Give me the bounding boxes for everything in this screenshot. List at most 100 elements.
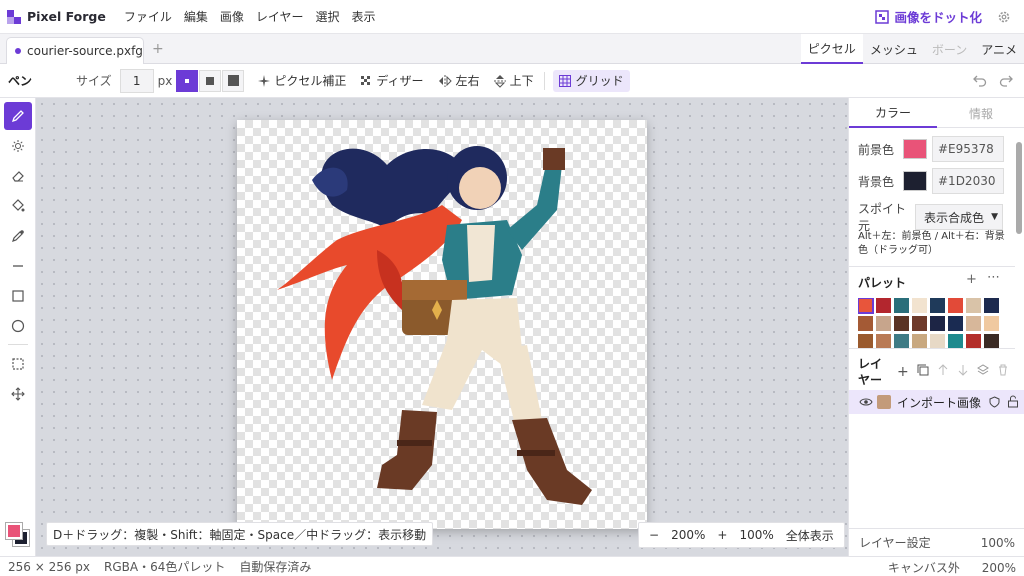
tab-anime[interactable]: アニメ <box>974 34 1024 64</box>
zoom-100-button[interactable]: 100% <box>739 528 773 542</box>
zoom-out-button[interactable]: − <box>649 528 659 542</box>
tab-info[interactable]: 情報 <box>937 98 1024 128</box>
palette-swatch[interactable] <box>984 298 999 313</box>
palette-swatch[interactable] <box>966 316 981 331</box>
panel-scrollbar[interactable] <box>1015 130 1023 345</box>
pixel-correct-toggle[interactable]: ピクセル補正 <box>258 72 346 89</box>
bg-color-chip[interactable] <box>903 171 927 191</box>
merge-layers-icon[interactable] <box>976 364 989 376</box>
dither-toggle[interactable]: ディザー <box>360 72 424 89</box>
foreground-color-swatch[interactable] <box>6 523 22 539</box>
layer-settings-bar[interactable]: レイヤー設定 100% <box>849 528 1024 556</box>
zoom-controls: − 200% + 100% 全体表示 <box>638 522 845 548</box>
visibility-eye-icon[interactable] <box>859 397 873 407</box>
artboard[interactable] <box>237 120 647 529</box>
fg-hex-input[interactable]: #E95378 <box>932 136 1004 162</box>
layer-row[interactable]: インポート画像 <box>849 390 1024 414</box>
sparkle-icon <box>258 74 271 87</box>
duplicate-layer-icon[interactable] <box>917 364 929 376</box>
document-tab[interactable]: courier-source.pxfg <box>6 37 144 64</box>
palette-swatch[interactable] <box>894 334 909 349</box>
fg-label: 前景色 <box>858 142 895 157</box>
add-layer-icon[interactable]: + <box>897 364 909 380</box>
brightness-tool-icon[interactable] <box>4 132 32 160</box>
palette-swatch[interactable] <box>984 316 999 331</box>
palette-swatch[interactable] <box>858 334 873 349</box>
palette-swatch[interactable] <box>930 334 945 349</box>
zoom-fit-button[interactable]: 全体表示 <box>786 527 834 544</box>
flip-horizontal-button[interactable]: 左右 <box>438 72 480 89</box>
palette-swatch[interactable] <box>876 334 891 349</box>
eraser-tool-icon[interactable] <box>4 162 32 190</box>
line-tool-icon[interactable] <box>4 252 32 280</box>
redo-icon[interactable] <box>999 73 1013 90</box>
eyedrop-source-select[interactable]: 表示合成色 ▼ <box>915 204 1003 230</box>
palette-swatch[interactable] <box>930 316 945 331</box>
palette-swatch[interactable] <box>930 298 945 313</box>
menu-view[interactable]: 表示 <box>352 8 376 25</box>
more-options-icon[interactable]: ⋯ <box>987 270 1000 285</box>
palette-swatch[interactable] <box>912 334 927 349</box>
eyedrop-source-value: 表示合成色 <box>924 210 985 225</box>
document-tab-name: courier-source.pxfg <box>27 44 143 58</box>
rectangle-tool-icon[interactable] <box>4 282 32 310</box>
palette-swatch[interactable] <box>948 298 963 313</box>
ellipse-tool-icon[interactable] <box>4 312 32 340</box>
palette-swatch[interactable] <box>966 298 981 313</box>
brush-shape-large-button[interactable] <box>222 69 245 92</box>
brush-shape-medium-button[interactable] <box>199 69 222 92</box>
menu-file[interactable]: ファイル <box>124 8 172 25</box>
delete-layer-icon[interactable] <box>997 364 1009 376</box>
gear-icon[interactable] <box>996 9 1012 25</box>
app-window: Pixel Forge ファイル 編集 画像 レイヤー 選択 表示 画像をドット… <box>0 0 1024 576</box>
flip-vertical-button[interactable]: 上下 <box>493 72 534 89</box>
zoom-in-button[interactable]: + <box>717 528 727 542</box>
palette-swatch[interactable] <box>966 334 981 349</box>
palette-swatch[interactable] <box>858 316 873 331</box>
chevron-down-icon: ▼ <box>991 212 998 222</box>
canvas-viewport[interactable]: D＋ドラッグ：複製・Shift：軸固定・Space／中ドラッグ：表示移動 − 2… <box>36 98 848 556</box>
tab-mesh[interactable]: メッシュ <box>863 34 925 64</box>
marquee-select-tool-icon[interactable] <box>4 350 32 378</box>
palette-swatch[interactable] <box>876 298 891 313</box>
pencil-tool-icon[interactable] <box>4 102 32 130</box>
move-tool-icon[interactable] <box>4 380 32 408</box>
palette-swatch[interactable] <box>894 316 909 331</box>
brush-shape-small-button[interactable] <box>176 69 199 92</box>
palette-swatch[interactable] <box>912 298 927 313</box>
menu-edit[interactable]: 編集 <box>184 8 208 25</box>
unlock-icon[interactable] <box>1007 395 1019 408</box>
scrollbar-thumb[interactable] <box>1016 142 1022 234</box>
fg-color-chip[interactable] <box>903 139 927 159</box>
palette-swatch[interactable] <box>912 316 927 331</box>
bg-hex-input[interactable]: #1D2030 <box>932 168 1004 194</box>
palette-swatch[interactable] <box>876 316 891 331</box>
tab-pixel[interactable]: ピクセル <box>800 34 863 64</box>
grid-toggle[interactable]: グリッド <box>552 69 630 92</box>
palette-swatch[interactable] <box>858 298 874 314</box>
menu-select[interactable]: 選択 <box>316 8 340 25</box>
menu-layer[interactable]: レイヤー <box>256 8 304 25</box>
add-palette-icon[interactable]: + <box>966 272 977 287</box>
undo-icon[interactable] <box>973 73 987 90</box>
tab-color[interactable]: カラー <box>849 98 937 128</box>
unsaved-dot-icon <box>15 48 21 54</box>
panel-divider <box>849 348 1015 349</box>
move-layer-up-icon[interactable] <box>937 364 949 376</box>
active-tool-name: ペン <box>8 74 33 88</box>
size-input[interactable]: 1 <box>119 68 154 93</box>
palette-swatch[interactable] <box>984 334 999 349</box>
shield-icon[interactable] <box>989 396 1000 408</box>
cursor-location: キャンバス外 <box>887 561 960 575</box>
new-tab-button[interactable]: + <box>152 41 164 57</box>
palette-swatch[interactable] <box>948 334 963 349</box>
eyedropper-tool-icon[interactable] <box>4 222 32 250</box>
menu-image[interactable]: 画像 <box>220 8 244 25</box>
move-layer-down-icon[interactable] <box>957 364 969 376</box>
palette-swatch[interactable] <box>948 316 963 331</box>
pixelate-image-button[interactable]: 画像をドット化 <box>875 7 982 26</box>
fill-bucket-tool-icon[interactable] <box>4 192 32 220</box>
palette-swatch[interactable] <box>894 298 909 313</box>
pixel-character-sprite <box>277 146 592 505</box>
zoom-level[interactable]: 200% <box>671 528 705 542</box>
